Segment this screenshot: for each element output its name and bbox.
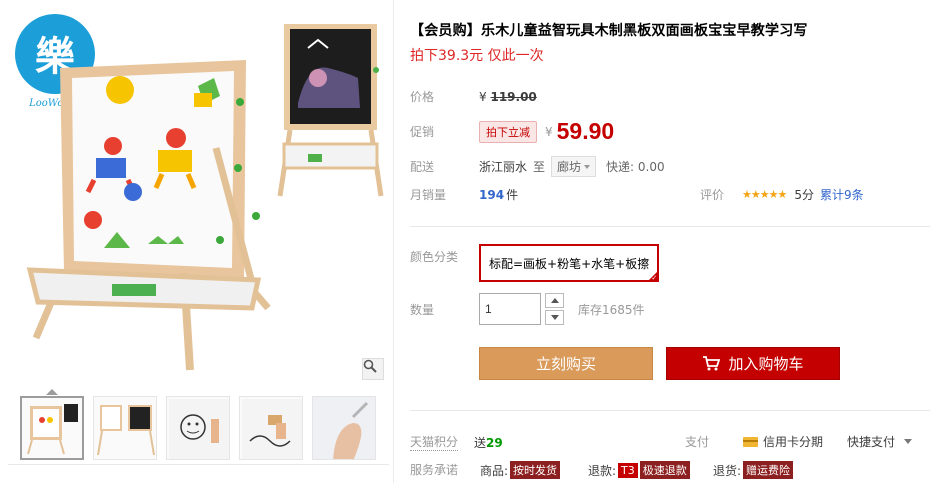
review-count-link[interactable]: 累计9条 — [820, 186, 864, 203]
service-row: 服务承诺 — [410, 461, 479, 478]
service-refund-t3-badge: T3 — [618, 462, 638, 478]
shipping-fee: 快递: 0.00 — [606, 160, 665, 174]
thumbnail-pointer — [46, 389, 58, 395]
ship-from: 浙江丽水 — [479, 160, 528, 174]
easel-illustration: 樂 LooWoods — [15, 14, 384, 371]
credit-installment-label: 信用卡分期 — [763, 435, 824, 449]
service-shipping-prefix: 商品: — [480, 463, 509, 478]
quantity-row: 数量 库存1685件 — [410, 293, 645, 325]
promo-label: 促销 — [410, 125, 435, 139]
service-refund[interactable]: 退款: T3 极速退款 — [588, 461, 690, 479]
credit-installment[interactable]: 信用卡分期 — [743, 433, 823, 450]
thumb-2[interactable] — [93, 396, 157, 460]
sales-row: 月销量 194 件 — [410, 186, 518, 203]
shipping-label: 配送 — [410, 160, 435, 174]
section-divider-2 — [410, 410, 930, 411]
credit-card-icon — [743, 436, 758, 447]
price-label: 价格 — [410, 90, 435, 104]
main-product-image[interactable]: 樂 LooWoods — [8, 8, 388, 384]
add-to-cart-button[interactable]: 加入购物车 — [666, 347, 840, 380]
product-gallery: 樂 LooWoods — [0, 0, 393, 483]
product-title: 【会员购】乐木儿童益智玩具木制黑板双面画板宝宝早教学习写 — [410, 23, 808, 39]
main-easel — [26, 60, 271, 371]
thumb-3[interactable] — [166, 396, 230, 460]
monthly-sales-unit: 件 — [506, 188, 519, 202]
currency-symbol: ¥ — [479, 89, 487, 104]
quantity-stepper — [545, 293, 564, 325]
service-shipping-badge: 按时发货 — [510, 461, 561, 479]
quick-pay-label: 快捷支付 — [847, 435, 896, 449]
original-price: ¥ 119.00 — [479, 90, 537, 104]
thumbnail-strip — [20, 396, 376, 460]
check-icon: ✓ — [651, 274, 658, 282]
buy-now-button[interactable]: 立刻购买 — [479, 347, 653, 380]
sku-option-label: 标配=画板+粉笔+水笔+板擦 — [489, 256, 650, 271]
rating-label: 评价 — [700, 188, 725, 202]
buy-now-label: 立刻购买 — [535, 355, 596, 373]
thumb-5[interactable] — [312, 396, 376, 460]
magnifier-icon[interactable] — [362, 358, 384, 380]
rating-score: 5分 — [794, 188, 814, 202]
promo-tag: 拍下立减 — [479, 120, 537, 143]
quantity-input[interactable] — [479, 293, 541, 325]
product-detail: 【会员购】乐木儿童益智玩具木制黑板双面画板宝宝早教学习写 拍下39.3元 仅此一… — [410, 0, 930, 483]
chevron-down-icon — [904, 439, 913, 444]
shipping-row: 配送 浙江丽水 至 廊坊 快递: 0.00 — [410, 156, 665, 177]
service-refund-prefix: 退款: — [588, 463, 617, 478]
chevron-up-icon — [550, 298, 559, 303]
tmall-points-label[interactable]: 天猫积分 — [410, 433, 459, 451]
column-divider — [393, 0, 394, 483]
quick-pay-dropdown[interactable]: 快捷支付 — [847, 433, 913, 450]
points-prefix: 送 — [474, 435, 487, 450]
original-price-value: 119.00 — [490, 89, 537, 104]
increase-button[interactable] — [545, 293, 564, 308]
current-currency-symbol: ¥ — [545, 124, 553, 139]
tmall-points: 送29 — [474, 434, 503, 451]
promo-row: 促销 拍下立减 ¥ 59.90 — [410, 118, 614, 145]
section-divider — [410, 226, 930, 227]
price-box: 价格 ¥ 119.00 促销 拍下立减 ¥ 59.90 配送 浙江丽水 至 廊坊… — [410, 74, 930, 214]
sku-row: 颜色分类 标配=画板+粉笔+水笔+板擦 ✓ — [410, 244, 660, 282]
price-row: 价格 ¥ 119.00 — [410, 88, 537, 105]
destination-select[interactable]: 廊坊 — [551, 156, 597, 177]
quantity-label: 数量 — [410, 302, 435, 317]
chevron-down-icon — [550, 315, 559, 320]
points-row: 天猫积分 送29 — [410, 433, 503, 451]
sku-label: 颜色分类 — [410, 250, 459, 264]
decrease-button[interactable] — [545, 310, 564, 325]
monthly-sales-label: 月销量 — [410, 188, 447, 202]
stock-count: 库存1685件 — [578, 302, 645, 317]
current-price: 59.90 — [556, 118, 615, 144]
service-return-prefix: 退货: — [713, 463, 742, 478]
cart-icon — [702, 356, 721, 371]
back-easel — [277, 24, 384, 197]
sku-option-selected[interactable]: 标配=画板+粉笔+水笔+板擦 ✓ — [479, 244, 660, 282]
rating-stars-icon: ★★★★★ — [742, 188, 787, 201]
chevron-down-icon — [584, 164, 591, 169]
service-refund-badge: 极速退款 — [639, 461, 690, 479]
destination-value: 廊坊 — [557, 160, 582, 174]
rating-row: 评价 ★★★★★ 5分 累计9条 — [700, 186, 864, 203]
service-return[interactable]: 退货: 赠运费险 — [713, 461, 794, 479]
thumb-4[interactable] — [239, 396, 303, 460]
service-label: 服务承诺 — [410, 463, 459, 477]
service-return-badge: 赠运费险 — [743, 461, 794, 479]
ship-to-text: 至 — [533, 160, 546, 174]
gallery-divider — [8, 464, 389, 465]
points-value: 29 — [486, 435, 503, 450]
add-to-cart-label: 加入购物车 — [728, 355, 804, 373]
product-subtitle: 拍下39.3元 仅此一次 — [410, 48, 544, 64]
thumb-1[interactable] — [20, 396, 84, 460]
payment-label: 支付 — [685, 435, 710, 449]
service-shipping[interactable]: 商品: 按时发货 — [480, 461, 561, 479]
monthly-sales-count: 194 — [479, 187, 505, 202]
